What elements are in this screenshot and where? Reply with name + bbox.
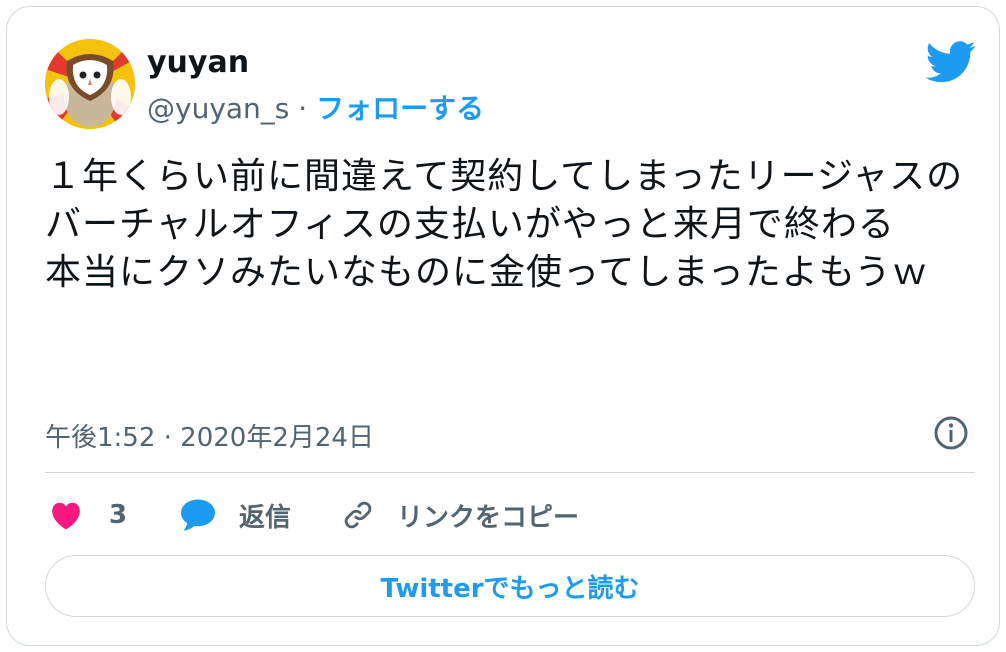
read-more-button[interactable]: Twitterでもっと読む	[45, 555, 975, 617]
owl-avatar-image	[45, 39, 135, 129]
reply-label: 返信	[239, 502, 292, 533]
twitter-bird-icon[interactable]	[925, 41, 977, 83]
separator-dot: ·	[298, 92, 308, 125]
link-icon	[344, 501, 372, 529]
like-count: 3	[109, 500, 128, 530]
tweet-text: １年くらい前に間違えて契約してしまったリージャスのバーチャルオフィスの支払いがや…	[45, 156, 964, 293]
user-handle[interactable]: @yuyan_s	[147, 92, 289, 125]
tweet-embed-card: yuyan @yuyan_s · フォローする １年くらい前に間違えて契約してし…	[6, 6, 1000, 646]
handle-row: @yuyan_s · フォローする	[147, 87, 484, 127]
info-icon[interactable]	[933, 415, 969, 451]
user-name[interactable]: yuyan	[147, 45, 249, 80]
follow-link[interactable]: フォローする	[316, 92, 484, 125]
tweet-timestamp[interactable]: 午後1:52 · 2020年2月24日	[45, 417, 374, 454]
like-button[interactable]: 3	[49, 493, 127, 537]
reply-button[interactable]: 返信	[179, 493, 291, 537]
read-more-label: Twitterでもっと読む	[380, 573, 640, 604]
action-bar: 3 返信 リンクをコピー	[45, 493, 975, 537]
heart-icon	[52, 502, 80, 530]
copy-link-label: リンクをコピー	[397, 502, 580, 533]
copy-link-button[interactable]: リンクをコピー	[341, 493, 579, 537]
avatar[interactable]	[45, 39, 135, 129]
reply-bubble-icon	[181, 499, 215, 531]
divider	[45, 472, 975, 473]
